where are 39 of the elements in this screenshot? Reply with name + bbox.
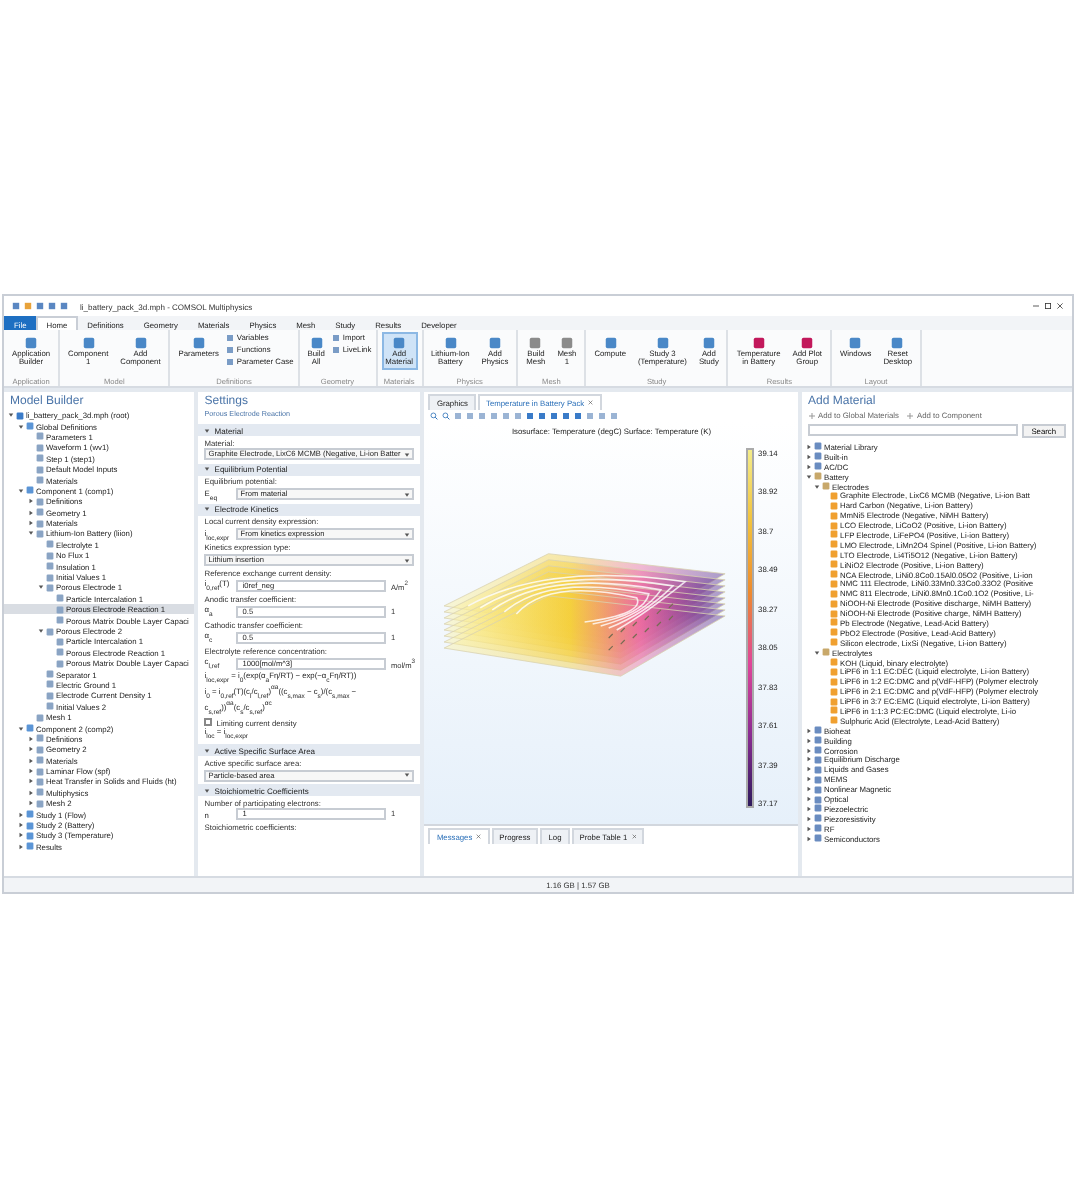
tool-icon xyxy=(443,336,458,350)
caret-icon[interactable] xyxy=(204,747,211,754)
tool-icon xyxy=(848,336,863,350)
caret-icon xyxy=(404,772,411,779)
caret-icon xyxy=(404,531,411,538)
tool-icon xyxy=(559,336,574,350)
tool-icon xyxy=(392,336,407,350)
checkbox[interactable] xyxy=(204,718,213,727)
close-icon[interactable] xyxy=(588,400,594,406)
caret-icon[interactable] xyxy=(204,506,211,513)
tool-icon xyxy=(191,336,206,350)
maximize-icon[interactable] xyxy=(1044,302,1052,310)
caret-icon[interactable] xyxy=(38,584,44,591)
tool-icon xyxy=(890,336,905,350)
tool-icon xyxy=(528,336,543,350)
caret-icon[interactable] xyxy=(38,628,44,634)
plus-icon xyxy=(808,411,817,419)
caret-icon[interactable] xyxy=(814,649,821,656)
caret-icon[interactable] xyxy=(204,466,211,473)
zoom-in-icon[interactable] xyxy=(430,412,439,420)
tool-icon xyxy=(81,336,96,350)
tool-icon xyxy=(24,336,39,350)
zoom-out-icon[interactable] xyxy=(442,412,451,420)
tool-icon xyxy=(800,336,815,350)
close-icon[interactable] xyxy=(1056,302,1064,310)
tool-icon xyxy=(701,336,716,350)
tool-icon xyxy=(603,336,618,350)
caret-icon xyxy=(404,491,411,498)
tool-icon xyxy=(751,336,766,350)
caret-icon xyxy=(404,557,411,564)
caret-icon[interactable] xyxy=(204,427,211,433)
tool-icon xyxy=(655,336,670,350)
caret-icon[interactable] xyxy=(204,787,211,794)
plus-icon xyxy=(906,411,915,419)
caret-icon xyxy=(404,451,411,458)
close-icon[interactable] xyxy=(476,834,482,840)
tool-icon xyxy=(133,336,148,350)
tool-icon xyxy=(487,336,502,350)
search-field[interactable] xyxy=(808,424,1018,436)
